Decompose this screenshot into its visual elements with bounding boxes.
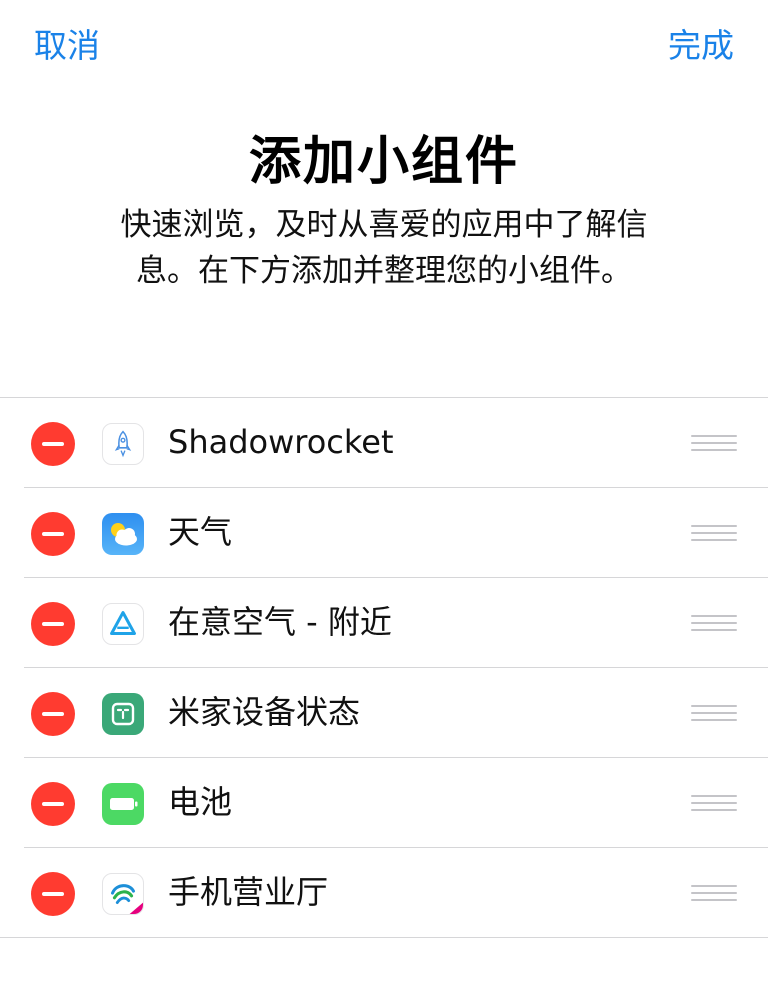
reorder-handle[interactable] xyxy=(691,435,737,451)
battery-icon xyxy=(102,783,144,825)
widget-row-china-mobile[interactable]: 手机营业厅 xyxy=(0,848,768,938)
widget-row-shadowrocket[interactable]: Shadowrocket xyxy=(0,398,768,488)
reorder-handle[interactable] xyxy=(691,795,737,811)
remove-widget-button[interactable] xyxy=(31,872,75,916)
widget-label: 手机营业厅 xyxy=(168,873,329,911)
remove-widget-button[interactable] xyxy=(31,602,75,646)
subtitle-line-2: 息。在下方添加并整理您的小组件。 xyxy=(136,253,632,289)
page-subtitle: 快速浏览，及时从喜爱的应用中了解信 息。在下方添加并整理您的小组件。 xyxy=(74,202,694,294)
done-button[interactable]: 完成 xyxy=(668,24,734,68)
china-mobile-icon xyxy=(102,873,144,915)
reorder-handle[interactable] xyxy=(691,705,737,721)
widget-label: 在意空气 - 附近 xyxy=(168,603,392,641)
widget-label: 电池 xyxy=(168,783,233,821)
rocket-icon xyxy=(102,423,144,465)
air-quality-icon xyxy=(102,603,144,645)
subtitle-line-1: 快速浏览，及时从喜爱的应用中了解信 xyxy=(120,207,648,243)
remove-widget-button[interactable] xyxy=(31,782,75,826)
remove-widget-button[interactable] xyxy=(31,422,75,466)
page-title: 添加小组件 xyxy=(248,132,519,192)
widget-row-air-quality[interactable]: 在意空气 - 附近 xyxy=(0,578,768,668)
reorder-handle[interactable] xyxy=(691,885,737,901)
reorder-handle[interactable] xyxy=(691,615,737,631)
widget-label: 天气 xyxy=(168,513,233,551)
widget-row-weather[interactable]: 天气 xyxy=(0,488,768,578)
widget-label: Shadowrocket xyxy=(168,423,394,461)
mijia-icon xyxy=(102,693,144,735)
remove-widget-button[interactable] xyxy=(31,692,75,736)
remove-widget-button[interactable] xyxy=(31,512,75,556)
widget-list: Shadowrocket 天气 在意空气 - 附近 米家设备状态 电池 手机营业… xyxy=(0,397,768,938)
widget-row-battery[interactable]: 电池 xyxy=(0,758,768,848)
reorder-handle[interactable] xyxy=(691,525,737,541)
widget-row-mijia[interactable]: 米家设备状态 xyxy=(0,668,768,758)
cancel-button[interactable]: 取消 xyxy=(34,24,100,68)
widget-label: 米家设备状态 xyxy=(168,693,361,731)
weather-icon xyxy=(102,513,144,555)
